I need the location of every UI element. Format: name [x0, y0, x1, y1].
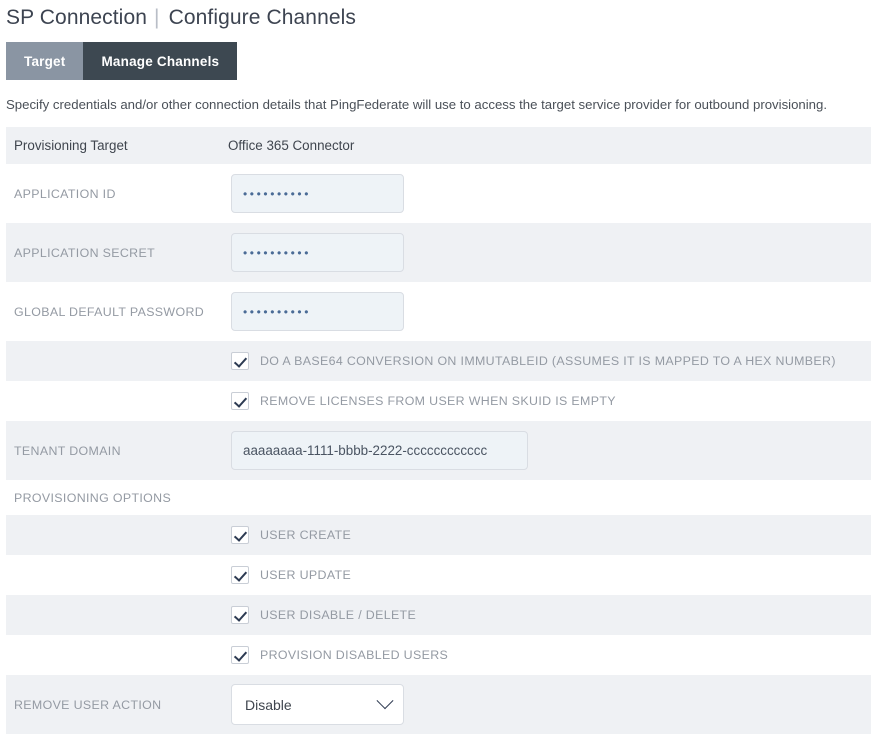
user-update-checkbox-row[interactable]: USER UPDATE	[6, 566, 352, 585]
target-settings-table: Provisioning Target Office 365 Connector…	[6, 127, 871, 735]
row-provisioning-options-header: PROVISIONING OPTIONS	[6, 480, 871, 516]
page-title: SP Connection | Configure Channels	[0, 0, 877, 30]
application-id-input[interactable]: ••••••••••	[231, 174, 404, 214]
application-secret-field-cell: ••••••••••	[228, 233, 871, 273]
base64-conversion-checkbox-row[interactable]: DO A BASE64 CONVERSION ON IMMUTABLEID (A…	[6, 352, 836, 371]
remove-licenses-checkbox[interactable]	[231, 392, 249, 411]
row-application-id: APPLICATION ID ••••••••••	[6, 164, 871, 224]
application-id-value: ••••••••••	[243, 186, 312, 201]
row-global-default-password: GLOBAL DEFAULT PASSWORD ••••••••••	[6, 282, 871, 342]
user-create-checkbox-row[interactable]: USER CREATE	[6, 526, 352, 545]
user-create-label: USER CREATE	[260, 528, 352, 543]
provisioning-options-section-label: PROVISIONING OPTIONS	[14, 490, 172, 505]
tenant-domain-label: TENANT DOMAIN	[14, 443, 121, 458]
tenant-domain-field-cell: aaaaaaaa-1111-bbbb-2222-cccccccccccc	[228, 431, 871, 471]
provisioning-target-value: Office 365 Connector	[228, 138, 355, 154]
user-disable-delete-label: USER DISABLE / DELETE	[260, 608, 417, 623]
tab-target-label: Target	[24, 53, 66, 69]
application-id-label: APPLICATION ID	[14, 186, 116, 201]
remove-user-action-select[interactable]: Disable	[231, 684, 404, 726]
user-disable-delete-checkbox-row[interactable]: USER DISABLE / DELETE	[6, 606, 417, 625]
tab-manage-channels[interactable]: Manage Channels	[83, 42, 238, 80]
provision-disabled-users-checkbox[interactable]	[231, 646, 249, 665]
row-base64-conversion: DO A BASE64 CONVERSION ON IMMUTABLEID (A…	[6, 341, 871, 382]
page-description: Specify credentials and/or other connect…	[6, 97, 828, 112]
row-user-disable-delete: USER DISABLE / DELETE	[6, 595, 871, 636]
remove-licenses-checkbox-row[interactable]: REMOVE LICENSES FROM USER WHEN SKUID IS …	[6, 392, 616, 411]
user-update-label: USER UPDATE	[260, 568, 352, 583]
application-id-field-cell: ••••••••••	[228, 174, 871, 214]
tenant-domain-input[interactable]: aaaaaaaa-1111-bbbb-2222-cccccccccccc	[231, 431, 528, 471]
page-root: SP Connection | Configure Channels Target …	[0, 0, 877, 735]
title-separator: |	[154, 6, 160, 29]
remove-user-action-field-cell: Disable	[228, 684, 871, 726]
tab-manage-channels-label: Manage Channels	[101, 53, 220, 69]
application-secret-value: ••••••••••	[243, 245, 312, 260]
remove-licenses-label: REMOVE LICENSES FROM USER WHEN SKUID IS …	[260, 394, 616, 409]
tab-target[interactable]: Target	[6, 42, 84, 80]
row-tenant-domain: TENANT DOMAIN aaaaaaaa-1111-bbbb-2222-cc…	[6, 421, 871, 481]
tenant-domain-value: aaaaaaaa-1111-bbbb-2222-cccccccccccc	[243, 443, 488, 459]
table-header-row: Provisioning Target Office 365 Connector	[6, 127, 871, 165]
page-title-primary: SP Connection	[6, 6, 148, 29]
application-secret-label: APPLICATION SECRET	[14, 245, 156, 260]
row-application-secret: APPLICATION SECRET ••••••••••	[6, 223, 871, 283]
remove-user-action-value: Disable	[245, 696, 292, 713]
base64-conversion-checkbox[interactable]	[231, 352, 249, 371]
application-secret-input[interactable]: ••••••••••	[231, 233, 404, 273]
user-update-checkbox[interactable]	[231, 566, 249, 585]
row-provision-disabled-users: PROVISION DISABLED USERS	[6, 635, 871, 676]
row-remove-licenses: REMOVE LICENSES FROM USER WHEN SKUID IS …	[6, 381, 871, 422]
user-create-checkbox[interactable]	[231, 526, 249, 545]
row-user-create: USER CREATE	[6, 515, 871, 556]
global-default-password-label: GLOBAL DEFAULT PASSWORD	[14, 304, 205, 319]
page-title-secondary: Configure Channels	[168, 6, 356, 29]
remove-user-action-label: REMOVE USER ACTION	[14, 697, 162, 712]
tab-bar: Target Manage Channels	[6, 42, 877, 80]
base64-conversion-label: DO A BASE64 CONVERSION ON IMMUTABLEID (A…	[260, 354, 836, 369]
row-remove-user-action: REMOVE USER ACTION Disable	[6, 675, 871, 735]
provision-disabled-users-label: PROVISION DISABLED USERS	[260, 648, 449, 663]
global-default-password-input[interactable]: ••••••••••	[231, 292, 404, 332]
chevron-down-icon	[376, 692, 394, 710]
user-disable-delete-checkbox[interactable]	[231, 606, 249, 625]
global-default-password-field-cell: ••••••••••	[228, 292, 871, 332]
global-default-password-value: ••••••••••	[243, 304, 312, 319]
row-user-update: USER UPDATE	[6, 555, 871, 596]
provision-disabled-users-checkbox-row[interactable]: PROVISION DISABLED USERS	[6, 646, 449, 665]
provisioning-target-label: Provisioning Target	[14, 138, 128, 154]
